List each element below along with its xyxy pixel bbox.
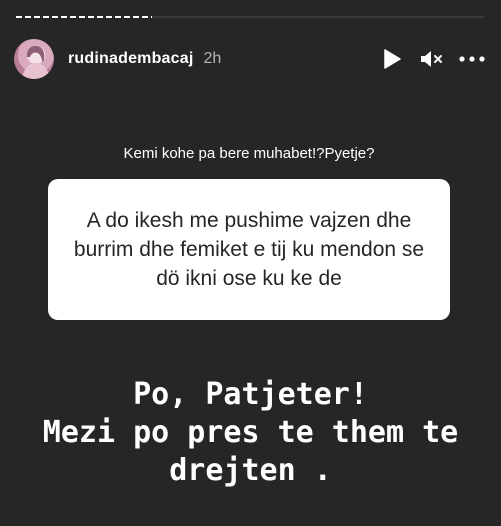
story-progress-fill [16,16,152,18]
avatar[interactable] [14,39,54,79]
mute-icon[interactable] [419,46,445,72]
reply-line: Mezi po pres te them te [42,415,459,450]
story-header: rudinadembacaj 2h [14,38,485,80]
story-reply-text: Po, Patjeter! Mezi po pres te them te dr… [0,376,501,490]
timestamp: 2h [203,50,222,67]
username[interactable]: rudinadembacaj [68,50,194,68]
question-sticker: Kemi kohe pa bere muhabet!?Pyetje? A do … [48,135,450,320]
reply-line: Po, Patjeter! [133,377,368,412]
question-prompt: Kemi kohe pa bere muhabet!?Pyetje? [123,145,375,162]
story-progress-bar [16,16,484,19]
play-icon[interactable] [379,46,405,72]
question-answer-text: A do ikesh me pushime vajzen dhe burrim … [73,209,425,290]
question-answer-box: A do ikesh me pushime vajzen dhe burrim … [48,179,450,320]
story-progress-track [152,16,484,18]
more-options-icon[interactable] [459,46,485,72]
reply-line: drejten . [169,453,332,488]
story-controls [379,46,485,72]
